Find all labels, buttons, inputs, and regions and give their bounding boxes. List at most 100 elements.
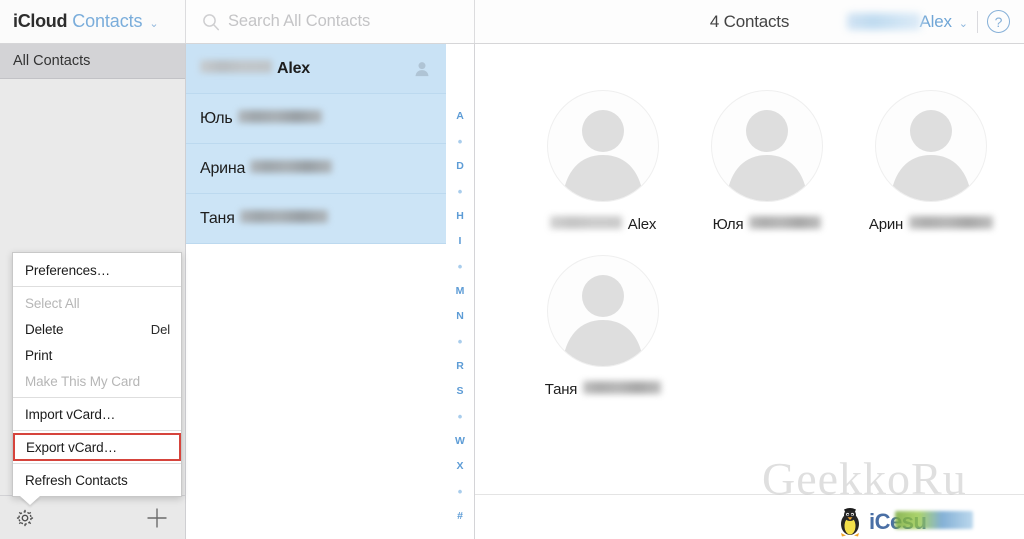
- menu-item-label: Delete: [25, 321, 64, 337]
- settings-context-menu: Preferences… Select All Delete Del Print Make…: [12, 252, 182, 497]
- brand-area[interactable]: iCloud Contacts ⌄: [0, 0, 186, 43]
- alpha-index-n[interactable]: N: [446, 304, 474, 329]
- top-bar-right: 4 Contacts Alex ⌄ ?: [475, 0, 1024, 43]
- contact-last-name-blurred: [237, 109, 322, 123]
- menu-item-delete[interactable]: Delete Del: [13, 316, 181, 342]
- contact-list-item-name: Арина: [200, 159, 333, 178]
- contact-card[interactable]: Арин: [849, 90, 1013, 233]
- contact-list-item[interactable]: Таня: [186, 194, 446, 244]
- alpha-index-dot[interactable]: •: [446, 254, 474, 279]
- contact-name-visible: Юля: [712, 216, 744, 233]
- contact-first-name: Арина: [200, 159, 246, 177]
- contact-list-item[interactable]: Alex: [186, 44, 446, 94]
- alpha-index-m[interactable]: M: [446, 279, 474, 304]
- contact-card[interactable]: Alex: [521, 90, 685, 233]
- menu-item-print[interactable]: Print: [13, 342, 181, 368]
- sidebar-item-label: All Contacts: [13, 53, 91, 69]
- contact-name-visible: Alex: [627, 216, 657, 233]
- alpha-index-s[interactable]: S: [446, 379, 474, 404]
- menu-divider: [13, 286, 181, 287]
- alpha-index-h[interactable]: H: [446, 204, 474, 229]
- alpha-index-i[interactable]: I: [446, 229, 474, 254]
- contact-name-visible: Таня: [544, 381, 578, 398]
- menu-item-select-all: Select All: [13, 290, 181, 316]
- contact-name-suffix-blurred: [909, 216, 994, 229]
- contact-list-item-name: Таня: [200, 209, 328, 228]
- alpha-index-w[interactable]: W: [446, 429, 474, 454]
- avatar: [547, 255, 659, 367]
- menu-item-label: Preferences…: [25, 262, 111, 278]
- contact-list: Alex Юль Арина Таня: [186, 44, 446, 539]
- alpha-index-d[interactable]: D: [446, 154, 474, 179]
- menu-item-make-this-my-card: Make This My Card: [13, 368, 181, 394]
- menu-divider: [13, 397, 181, 398]
- alpha-index-dot[interactable]: •: [446, 329, 474, 354]
- help-button[interactable]: ?: [987, 10, 1010, 33]
- brand-icloud-label: iCloud: [13, 11, 68, 31]
- alphabet-index[interactable]: A • D • H I • M N • R S • W X • #: [446, 44, 474, 539]
- alpha-index-#[interactable]: #: [446, 504, 474, 529]
- account-email-blurred: [846, 13, 921, 30]
- contact-name-prefix-blurred: [549, 216, 622, 229]
- menu-item-import-vcard[interactable]: Import vCard…: [13, 401, 181, 427]
- contact-card-name: Арин: [868, 216, 994, 233]
- search-field[interactable]: Search All Contacts: [186, 0, 475, 43]
- contact-card-name: Alex: [549, 216, 657, 233]
- contact-card[interactable]: Юля: [685, 90, 849, 233]
- avatar: [547, 90, 659, 202]
- sidebar-item-all-contacts[interactable]: All Contacts: [0, 44, 185, 79]
- contact-card-name: Юля: [713, 216, 822, 233]
- gear-icon[interactable]: [14, 507, 36, 529]
- menu-item-refresh-contacts[interactable]: Refresh Contacts: [13, 467, 181, 493]
- menu-item-export-vcard[interactable]: Export vCard…: [13, 433, 181, 461]
- menu-item-label: Print: [25, 347, 53, 363]
- plus-icon[interactable]: [145, 506, 169, 530]
- alpha-index-r[interactable]: R: [446, 354, 474, 379]
- contact-name-visible: Арин: [868, 216, 904, 233]
- contact-display-suffix: Alex: [277, 59, 310, 77]
- menu-item-label: Export vCard…: [26, 439, 117, 455]
- main-footer: [475, 495, 1024, 539]
- menu-item-label: Import vCard…: [25, 406, 116, 422]
- divider: [977, 10, 978, 33]
- contact-last-name-blurred: [200, 59, 272, 73]
- menu-item-label: Refresh Contacts: [25, 472, 128, 488]
- icloud-contacts-app: iCloud Contacts ⌄ Search All Contacts 4 …: [0, 0, 1024, 539]
- alpha-index-dot[interactable]: •: [446, 179, 474, 204]
- top-bar: iCloud Contacts ⌄ Search All Contacts 4 …: [0, 0, 1024, 44]
- menu-item-label: Select All: [25, 295, 80, 311]
- chevron-down-icon[interactable]: ⌄: [959, 17, 968, 30]
- contact-list-item[interactable]: Арина: [186, 144, 446, 194]
- contact-first-name: Юль: [200, 109, 233, 127]
- contact-list-item[interactable]: Юль: [186, 94, 446, 144]
- menu-item-label: Make This My Card: [25, 373, 141, 389]
- avatar: [875, 90, 987, 202]
- sidebar: All Contacts Preferences… Select All Del…: [0, 44, 186, 539]
- contact-first-name: Таня: [200, 209, 235, 227]
- menu-item-shortcut: Del: [150, 321, 170, 337]
- contact-last-name-blurred: [239, 209, 328, 223]
- account-menu[interactable]: Alex ⌄: [846, 11, 968, 32]
- brand-app-label: Contacts: [72, 11, 143, 31]
- contact-card[interactable]: Таня: [521, 255, 685, 398]
- contact-card-grid: Alex Юля Арин Таня: [475, 44, 1024, 494]
- contact-name-suffix-blurred: [583, 381, 662, 394]
- chevron-down-icon[interactable]: ⌄: [149, 17, 158, 30]
- contact-list-column: Alex Юль Арина Таня A • D • H I • M N • R S • W X • #: [186, 44, 475, 539]
- person-icon: [412, 59, 432, 79]
- menu-divider: [13, 463, 181, 464]
- search-input[interactable]: Search All Contacts: [228, 12, 370, 31]
- alpha-index-dot[interactable]: •: [446, 479, 474, 504]
- avatar: [711, 90, 823, 202]
- menu-item-preferences[interactable]: Preferences…: [13, 257, 181, 283]
- contact-list-item-name: Юль: [200, 109, 322, 128]
- alpha-index-x[interactable]: X: [446, 454, 474, 479]
- account-name-label: Alex: [919, 11, 952, 31]
- contact-card-name: Таня: [544, 381, 662, 398]
- alpha-index-a[interactable]: A: [446, 104, 474, 129]
- alpha-index-dot[interactable]: •: [446, 129, 474, 154]
- contact-list-item-name: Alex: [200, 59, 310, 78]
- alpha-index-dot[interactable]: •: [446, 404, 474, 429]
- main-content: Alex Юля Арин Таня: [475, 44, 1024, 539]
- menu-divider: [13, 430, 181, 431]
